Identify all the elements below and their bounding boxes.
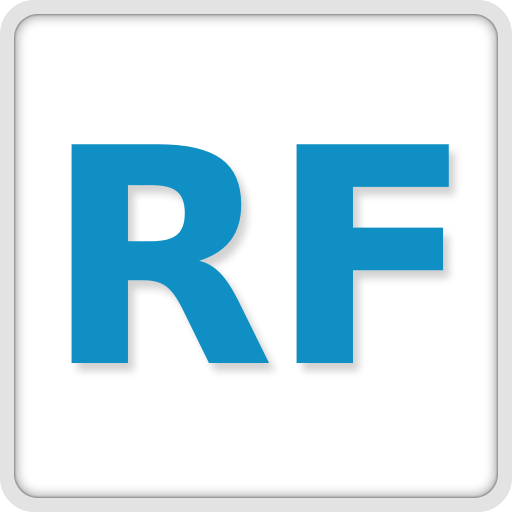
monogram-text: RF: [44, 85, 474, 434]
app-icon-frame: RF: [0, 0, 512, 512]
app-icon-tile: RF: [14, 14, 498, 498]
